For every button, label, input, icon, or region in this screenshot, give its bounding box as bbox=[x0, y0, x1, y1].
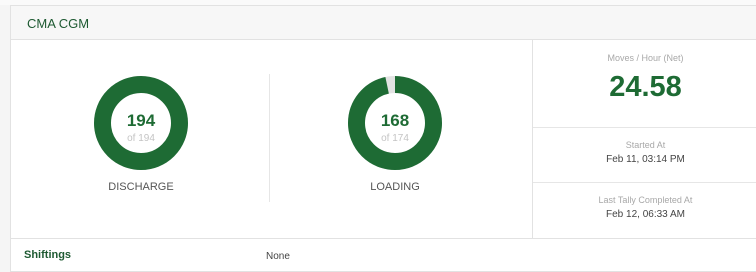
moves-per-hour: Moves / Hour (Net) 24.58 bbox=[533, 53, 756, 104]
vessel-title: CMA CGM bbox=[27, 16, 90, 31]
moves-caption: Moves / Hour (Net) bbox=[607, 53, 684, 63]
discharge-donut: 194 of 194 bbox=[94, 76, 188, 170]
progress-panel: 194 of 194 DISCHARGE 168 of 174 LOADING bbox=[11, 40, 532, 238]
vessel-card: CMA CGM 194 of 194 DISCHARGE 168 of 174 … bbox=[10, 5, 756, 272]
shiftings-row: Shiftings None bbox=[11, 238, 756, 272]
started-caption: Started At bbox=[625, 140, 666, 150]
page-gutter bbox=[0, 0, 10, 272]
stats-divider-1 bbox=[533, 127, 756, 128]
stats-panel: Moves / Hour (Net) 24.58 Started At Feb … bbox=[532, 40, 756, 238]
started-value: Feb 11, 03:14 PM bbox=[606, 154, 685, 165]
loading-total: of 174 bbox=[381, 133, 409, 144]
card-header: CMA CGM bbox=[11, 6, 756, 40]
discharge-label: DISCHARGE bbox=[108, 181, 174, 193]
shiftings-label: Shiftings bbox=[24, 249, 72, 261]
started-at: Started At Feb 11, 03:14 PM bbox=[533, 140, 756, 165]
shiftings-value: None bbox=[266, 251, 290, 262]
tally-caption: Last Tally Completed At bbox=[598, 195, 693, 205]
loading-count: 168 bbox=[380, 111, 410, 130]
tally-value: Feb 12, 06:33 AM bbox=[606, 209, 685, 220]
loading-donut: 168 of 174 bbox=[348, 76, 442, 170]
stats-divider-2 bbox=[533, 182, 756, 183]
loading-label: LOADING bbox=[370, 181, 420, 193]
discharge-total: of 194 bbox=[127, 133, 155, 144]
moves-value: 24.58 bbox=[609, 71, 682, 103]
last-tally: Last Tally Completed At Feb 12, 06:33 AM bbox=[533, 195, 756, 220]
discharge-count: 194 bbox=[126, 111, 156, 130]
donut-divider bbox=[269, 74, 270, 202]
